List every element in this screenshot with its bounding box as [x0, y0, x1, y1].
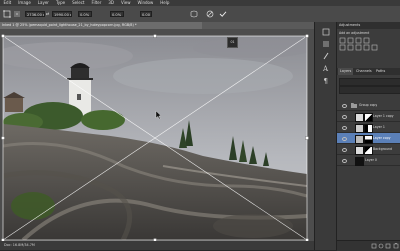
layer-name: Layer copy	[373, 136, 391, 140]
scale-h-field[interactable]: 0.0%	[110, 11, 124, 17]
layer-filter-bar[interactable]	[339, 78, 400, 86]
document-tab-bar: Inked 1 @ 25% (pemaquid_point_lighthouse…	[0, 22, 314, 29]
visibility-eye-icon[interactable]	[342, 115, 347, 119]
rotate-field[interactable]: 0.00	[140, 11, 152, 17]
adjustments-header: Adjustments	[337, 22, 400, 29]
layer-thumbnail	[355, 113, 364, 122]
scale-w-field[interactable]: 0.0%	[78, 11, 92, 17]
transform-box[interactable]	[0, 29, 314, 241]
layer-name: Layer 1 copy	[373, 114, 394, 118]
layers-tabbar: Layers Channels Paths	[337, 68, 400, 75]
panel-icon-strip: A ¶	[314, 22, 337, 250]
layer-thumbnail	[355, 146, 364, 155]
visibility-eye-icon[interactable]	[342, 159, 347, 163]
status-bar: Doc: 16.8M/34.7M	[0, 241, 314, 250]
reference-point-icon[interactable]	[13, 10, 21, 18]
history-icon[interactable]	[322, 28, 330, 36]
layer-thumbnail	[355, 135, 364, 144]
mask-thumbnail	[364, 124, 373, 133]
adjustment-icons[interactable]	[339, 37, 397, 51]
layer-name: Layer 1	[373, 125, 385, 129]
layer-row[interactable]: Layer 1 copy	[337, 111, 400, 122]
warp-mode-icon[interactable]	[190, 10, 198, 18]
layer-row[interactable]: Background	[337, 144, 400, 155]
mask-thumbnail	[364, 146, 373, 155]
character-icon[interactable]: A	[322, 64, 330, 72]
visibility-eye-icon[interactable]	[342, 104, 347, 108]
mask-thumbnail	[364, 113, 373, 122]
right-panels: Adjustments Add an adjustment Layers Cha…	[336, 22, 400, 251]
visibility-eye-icon[interactable]	[342, 126, 347, 130]
layer-thumbnail	[355, 157, 364, 166]
transform-tool-icon[interactable]	[3, 10, 11, 18]
layers-footer	[337, 240, 400, 251]
blend-mode-bar[interactable]	[339, 86, 400, 94]
tab-channels[interactable]: Channels	[354, 68, 374, 75]
adjustments-subtitle: Add an adjustment	[339, 31, 370, 35]
cancel-transform-icon[interactable]	[206, 10, 214, 18]
document-tab[interactable]: Inked 1 @ 25% (pemaquid_point_lighthouse…	[0, 22, 202, 29]
width-field[interactable]: 2736.00 px	[25, 11, 45, 17]
commit-transform-icon[interactable]	[219, 10, 227, 18]
layer-name: Background	[373, 147, 393, 151]
mask-thumbnail	[364, 135, 373, 144]
layer-actions-icons[interactable]	[371, 243, 399, 249]
layer-name: Layer 0	[365, 158, 377, 162]
layer-row[interactable]: Layer 0	[337, 155, 400, 166]
layer-row[interactable]: Layer 1	[337, 122, 400, 133]
visibility-eye-icon[interactable]	[342, 137, 347, 141]
folder-icon	[351, 103, 357, 108]
tab-layers[interactable]: Layers	[338, 68, 354, 75]
svg-text:¶: ¶	[324, 77, 328, 84]
svg-text:A: A	[322, 65, 329, 72]
layer-name: Group copy	[359, 103, 378, 107]
swap-icon[interactable]: ⇄	[46, 11, 49, 17]
brush-icon[interactable]	[322, 52, 330, 60]
canvas-badge[interactable]: 01	[227, 37, 238, 48]
visibility-eye-icon[interactable]	[342, 148, 347, 152]
properties-icon[interactable]	[322, 40, 330, 48]
options-bar: 2736.00 px ⇄ 1990.00 px 0.0% 0.0% 0.00	[0, 6, 400, 23]
height-field[interactable]: 1990.00 px	[52, 11, 72, 17]
layer-thumbnail	[355, 124, 364, 133]
paragraph-icon[interactable]: ¶	[322, 76, 330, 84]
layer-row-selected[interactable]: Layer copy	[337, 133, 400, 144]
layer-row-group[interactable]: Group copy	[337, 100, 400, 111]
adjustments-tab[interactable]: Adjustments	[337, 22, 362, 29]
tab-paths[interactable]: Paths	[374, 68, 387, 75]
